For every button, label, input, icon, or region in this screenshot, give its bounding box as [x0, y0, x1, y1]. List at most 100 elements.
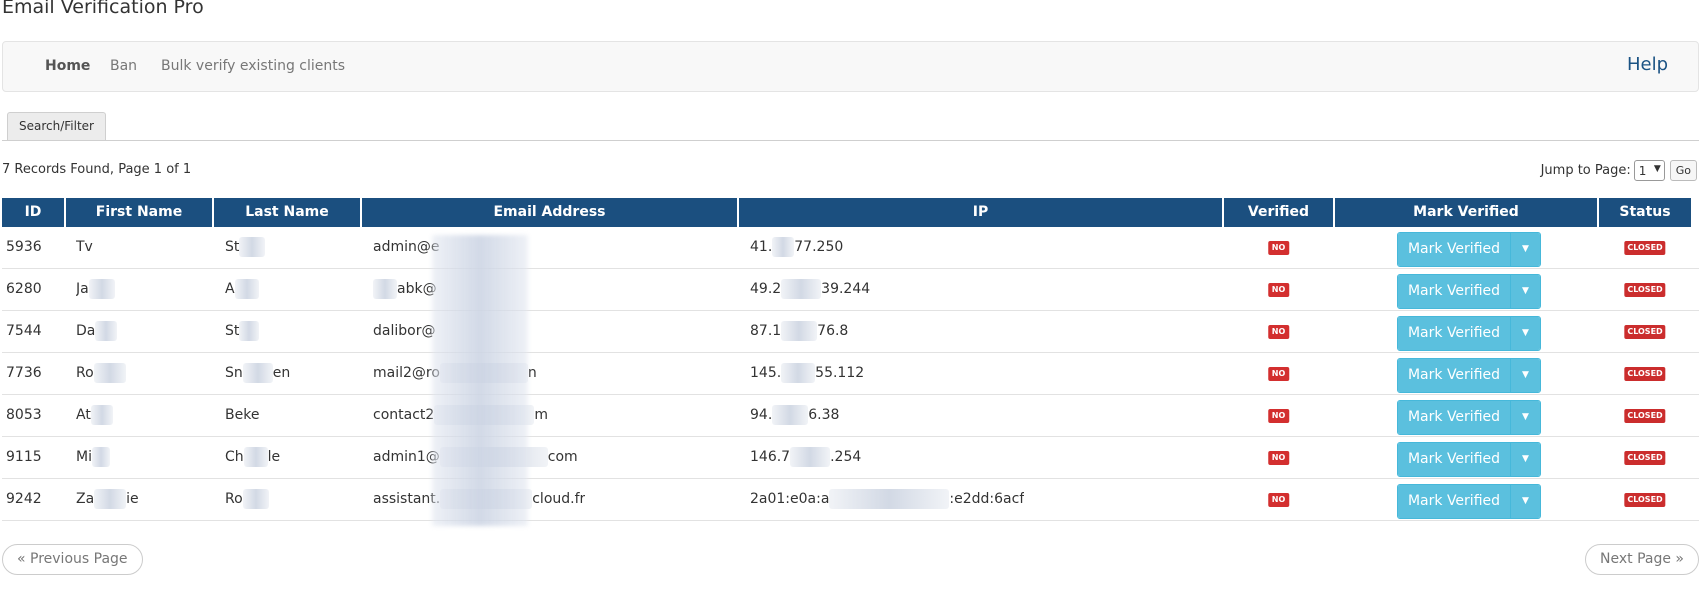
caret-down-icon[interactable]: ▼	[1510, 401, 1540, 434]
nav-ban[interactable]: Ban	[110, 58, 137, 74]
last-name-text: Ch	[225, 449, 244, 465]
verified-badge: NO	[1267, 367, 1290, 381]
mark-verified-group: Mark Verified ▼	[1397, 400, 1541, 435]
cell-last-name: Ch le	[225, 437, 280, 478]
table-row: 6280 Ja A abk@ 49.2 39.244 NO Mark Verifi…	[2, 269, 1699, 311]
ip-text: 49.2	[750, 281, 782, 297]
verified-badge: NO	[1267, 283, 1290, 297]
cell-status: CLOSED	[1599, 311, 1691, 352]
cell-verified: NO	[1224, 479, 1333, 520]
mark-verified-button[interactable]: Mark Verified	[1398, 485, 1510, 518]
redaction	[781, 363, 816, 383]
mark-verified-button[interactable]: Mark Verified	[1398, 317, 1510, 350]
ip-text: 94.	[750, 407, 773, 423]
caret-down-icon[interactable]: ▼	[1510, 317, 1540, 350]
cell-id: 7736	[6, 365, 42, 381]
last-name-text: St	[225, 239, 240, 255]
nav-home[interactable]: Home	[45, 58, 90, 74]
next-page-button[interactable]: Next Page »	[1585, 544, 1699, 575]
nav-bulk-verify[interactable]: Bulk verify existing clients	[161, 58, 345, 74]
table-row: 9242 Za ie Ro assistant. cloud.fr 2a01:e0a…	[2, 479, 1699, 521]
mark-verified-button[interactable]: Mark Verified	[1398, 359, 1510, 392]
col-verified[interactable]: Verified	[1224, 198, 1333, 227]
jump-to-page: Jump to Page: 1 ▼ Go	[1541, 160, 1697, 181]
cell-first-name: Da	[76, 311, 118, 352]
cell-verified: NO	[1224, 269, 1333, 310]
ip-text: 41.	[750, 239, 773, 255]
cell-id: 7544	[6, 323, 42, 339]
mark-verified-button[interactable]: Mark Verified	[1398, 401, 1510, 434]
cell-first-name: Za ie	[76, 479, 139, 520]
ip-text: 2a01:e0a:a	[750, 491, 830, 507]
cell-status: CLOSED	[1599, 479, 1691, 520]
caret-down-icon[interactable]: ▼	[1510, 275, 1540, 308]
navbar: Home Ban Bulk verify existing clients He…	[2, 41, 1699, 92]
status-badge: CLOSED	[1624, 409, 1666, 423]
col-first-name[interactable]: First Name	[66, 198, 212, 227]
first-name-text: Mi	[76, 449, 92, 465]
cell-id: 5936	[6, 239, 42, 255]
cell-mark-verified: Mark Verified ▼	[1335, 311, 1597, 352]
col-last-name[interactable]: Last Name	[214, 198, 360, 227]
redaction	[772, 237, 795, 257]
cell-email: mail2@ro n	[373, 353, 537, 394]
redaction	[242, 363, 273, 383]
cell-verified: NO	[1224, 437, 1333, 478]
tab-search-filter[interactable]: Search/Filter	[7, 112, 106, 140]
page-select[interactable]: 1 ▼	[1633, 160, 1665, 181]
first-name-text: Da	[76, 323, 96, 339]
cell-id: 9242	[6, 491, 42, 507]
col-id[interactable]: ID	[2, 198, 64, 227]
cell-last-name: Ro	[225, 479, 269, 520]
ip-tail: 39.244	[821, 281, 871, 297]
cell-status: CLOSED	[1599, 395, 1691, 436]
redaction	[829, 489, 950, 509]
cell-status: CLOSED	[1599, 437, 1691, 478]
cell-email: contact2 m	[373, 395, 548, 436]
col-email[interactable]: Email Address	[362, 198, 737, 227]
redaction	[434, 405, 535, 425]
jump-label: Jump to Page:	[1540, 163, 1631, 178]
cell-mark-verified: Mark Verified ▼	[1335, 437, 1597, 478]
col-status[interactable]: Status	[1599, 198, 1691, 227]
email-tail: cloud.fr	[532, 491, 586, 507]
redaction	[439, 363, 528, 383]
mark-verified-button[interactable]: Mark Verified	[1398, 443, 1510, 476]
cell-id: 6280	[6, 281, 42, 297]
redaction	[772, 405, 809, 425]
col-ip[interactable]: IP	[739, 198, 1222, 227]
email-tail: m	[534, 407, 548, 423]
last-name-tail: le	[267, 449, 281, 465]
col-mark-verified[interactable]: Mark Verified	[1335, 198, 1597, 227]
help-link[interactable]: Help	[1627, 54, 1668, 75]
cell-ip: 94. 6.38	[750, 395, 839, 436]
mark-verified-button[interactable]: Mark Verified	[1398, 233, 1510, 266]
first-name-text: Ja	[76, 281, 89, 297]
caret-down-icon[interactable]: ▼	[1510, 233, 1540, 266]
caret-down-icon[interactable]: ▼	[1510, 359, 1540, 392]
mark-verified-group: Mark Verified ▼	[1397, 316, 1541, 351]
page-title: Email Verification Pro	[2, 0, 204, 18]
ip-tail: 77.250	[794, 239, 844, 255]
caret-down-icon[interactable]: ▼	[1510, 443, 1540, 476]
email-text: contact2	[373, 407, 435, 423]
go-button[interactable]: Go	[1669, 160, 1697, 181]
cell-email: admin@e	[373, 239, 440, 255]
email-text: abk@	[397, 281, 437, 297]
redaction	[93, 363, 126, 383]
ip-text: 146.7	[750, 449, 791, 465]
cell-ip: 2a01:e0a:a:e2dd:6acf	[750, 479, 1024, 520]
status-badge: CLOSED	[1624, 493, 1666, 507]
cell-verified: NO	[1224, 311, 1333, 352]
first-name-text: Za	[76, 491, 95, 507]
last-name-text: Ro	[225, 491, 243, 507]
cell-email: assistant. cloud.fr	[373, 479, 585, 520]
previous-page-button[interactable]: « Previous Page	[2, 544, 143, 575]
caret-down-icon[interactable]: ▼	[1510, 485, 1540, 518]
ip-text: 87.1	[750, 323, 782, 339]
redaction	[239, 321, 260, 341]
mark-verified-button[interactable]: Mark Verified	[1398, 275, 1510, 308]
status-badge: CLOSED	[1624, 451, 1666, 465]
redaction	[242, 489, 269, 509]
redaction	[239, 237, 266, 257]
